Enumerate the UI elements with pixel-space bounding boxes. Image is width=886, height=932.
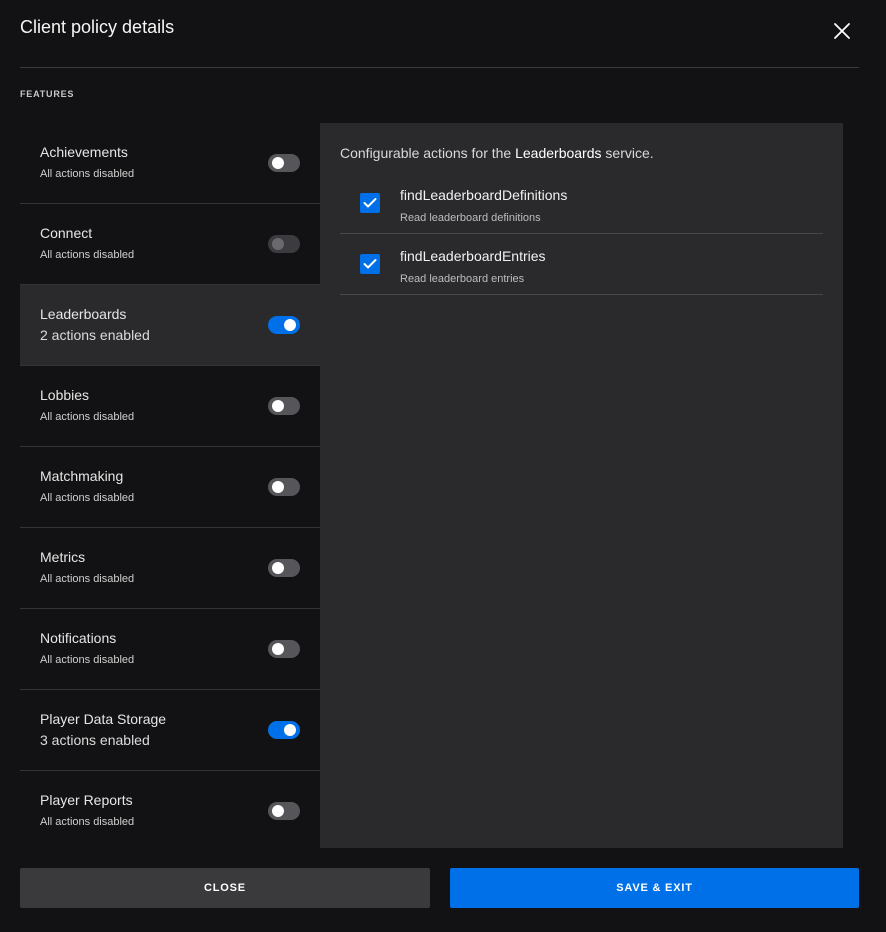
action-row: findLeaderboardDefinitions Read leaderboa…: [340, 173, 823, 234]
feature-toggle[interactable]: [268, 802, 300, 820]
dialog-title: Client policy details: [20, 17, 175, 37]
toggle-knob: [272, 238, 284, 250]
panel-intro-prefix: Configurable actions for the: [340, 145, 512, 161]
feature-item-lobbies[interactable]: Lobbies All actions disabled: [20, 366, 320, 447]
feature-name: Player Data Storage: [40, 711, 167, 727]
toggle-knob: [272, 562, 284, 574]
feature-item-metrics[interactable]: Metrics All actions disabled: [20, 528, 320, 609]
feature-toggle[interactable]: [268, 397, 300, 415]
feature-name: Notifications: [40, 630, 117, 646]
feature-status: 2 actions enabled: [40, 327, 150, 343]
action-name: findLeaderboardEntries: [400, 248, 546, 264]
action-name: findLeaderboardDefinitions: [400, 187, 568, 203]
feature-name: Player Reports: [40, 792, 133, 808]
feature-name: Matchmaking: [40, 468, 124, 484]
toggle-knob: [272, 157, 284, 169]
feature-status: All actions disabled: [40, 249, 135, 261]
toggle-knob: [272, 805, 284, 817]
feature-list: Achievements All actions disabled Connect A…: [20, 123, 320, 848]
feature-item-leaderboards[interactable]: Leaderboards 2 actions enabled: [20, 285, 320, 366]
feature-item-player-data-storage[interactable]: Player Data Storage 3 actions enabled: [20, 690, 320, 771]
feature-status: All actions disabled: [40, 168, 135, 180]
toggle-knob: [284, 724, 296, 736]
feature-item-player-reports[interactable]: Player Reports All actions disabled: [20, 771, 320, 848]
feature-toggle[interactable]: [268, 721, 300, 739]
feature-name: Achievements: [40, 144, 128, 160]
feature-toggle[interactable]: [268, 478, 300, 496]
close-icon[interactable]: [832, 21, 852, 41]
feature-toggle[interactable]: [268, 640, 300, 658]
feature-status: All actions disabled: [40, 816, 135, 828]
feature-status: 3 actions enabled: [40, 732, 150, 748]
checkmark-icon: [363, 198, 377, 208]
checkmark-icon: [363, 259, 377, 269]
panel-intro-suffix: service.: [605, 145, 654, 161]
feature-toggle[interactable]: [268, 559, 300, 577]
toggle-knob: [272, 481, 284, 493]
feature-status: All actions disabled: [40, 492, 135, 504]
action-panel: Configurable actions for the Leaderboard…: [320, 123, 843, 848]
feature-item-connect[interactable]: Connect All actions disabled: [20, 204, 320, 285]
feature-name: Connect: [40, 225, 93, 241]
section-label-features: FEATURES: [20, 89, 75, 99]
save-exit-button[interactable]: SAVE & EXIT: [450, 868, 859, 908]
toggle-knob: [272, 400, 284, 412]
feature-status: All actions disabled: [40, 411, 135, 423]
header-divider: [20, 67, 859, 68]
feature-item-achievements[interactable]: Achievements All actions disabled: [20, 123, 320, 204]
action-description: Read leaderboard entries: [400, 273, 525, 285]
feature-toggle[interactable]: [268, 154, 300, 172]
feature-item-matchmaking[interactable]: Matchmaking All actions disabled: [20, 447, 320, 528]
toggle-knob: [272, 643, 284, 655]
feature-status: All actions disabled: [40, 654, 135, 666]
feature-toggle: [268, 235, 300, 253]
feature-name: Lobbies: [40, 387, 90, 403]
feature-item-notifications[interactable]: Notifications All actions disabled: [20, 609, 320, 690]
panel-intro: Configurable actions for the Leaderboard…: [340, 145, 654, 161]
feature-toggle[interactable]: [268, 316, 300, 334]
feature-name: Metrics: [40, 549, 86, 565]
feature-name: Leaderboards: [40, 306, 127, 322]
panel-intro-service: Leaderboards: [515, 145, 602, 161]
action-checkbox[interactable]: [360, 254, 380, 274]
feature-status: All actions disabled: [40, 573, 135, 585]
action-checkbox[interactable]: [360, 193, 380, 213]
action-description: Read leaderboard definitions: [400, 212, 541, 224]
close-button[interactable]: CLOSE: [20, 868, 430, 908]
toggle-knob: [284, 319, 296, 331]
action-row: findLeaderboardEntries Read leaderboard e…: [340, 234, 823, 295]
